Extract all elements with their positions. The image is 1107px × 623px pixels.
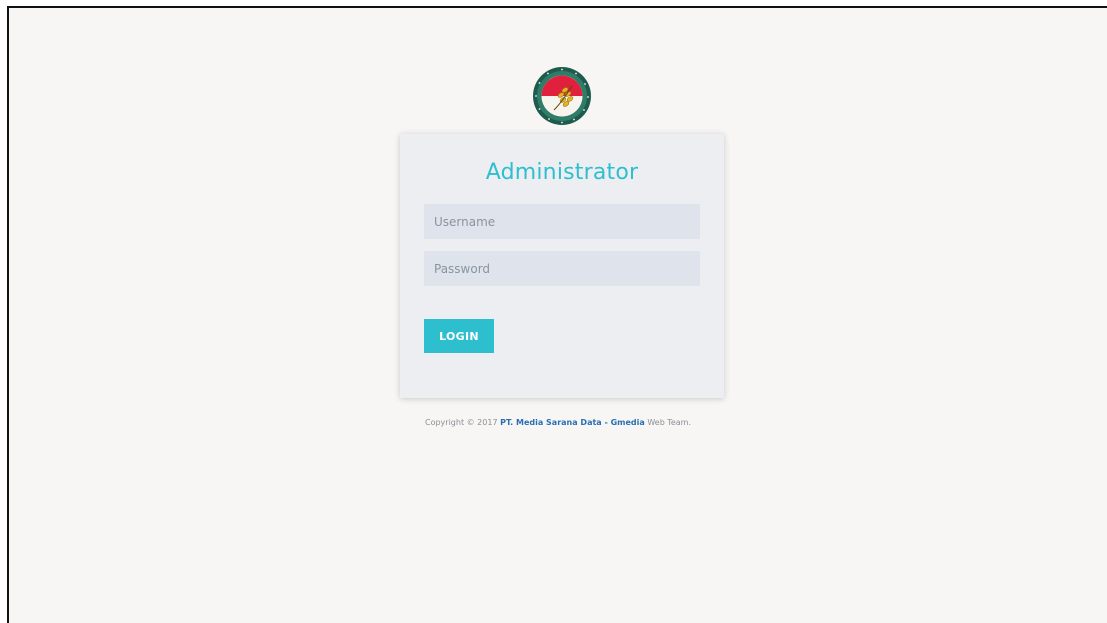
- emblem-logo-icon: [533, 67, 591, 125]
- copyright-prefix: Copyright © 2017: [425, 418, 501, 427]
- page-frame: Administrator LOGIN Copyright © 2017 PT.…: [7, 6, 1107, 623]
- login-title: Administrator: [485, 160, 639, 185]
- login-button[interactable]: LOGIN: [424, 319, 494, 353]
- company-link[interactable]: PT. Media Sarana Data - Gmedia: [500, 418, 645, 427]
- copyright-footer: Copyright © 2017 PT. Media Sarana Data -…: [9, 418, 1107, 427]
- login-card: Administrator LOGIN: [400, 134, 724, 398]
- username-input[interactable]: [424, 204, 700, 239]
- copyright-suffix: Web Team.: [644, 418, 691, 427]
- password-input[interactable]: [424, 251, 700, 286]
